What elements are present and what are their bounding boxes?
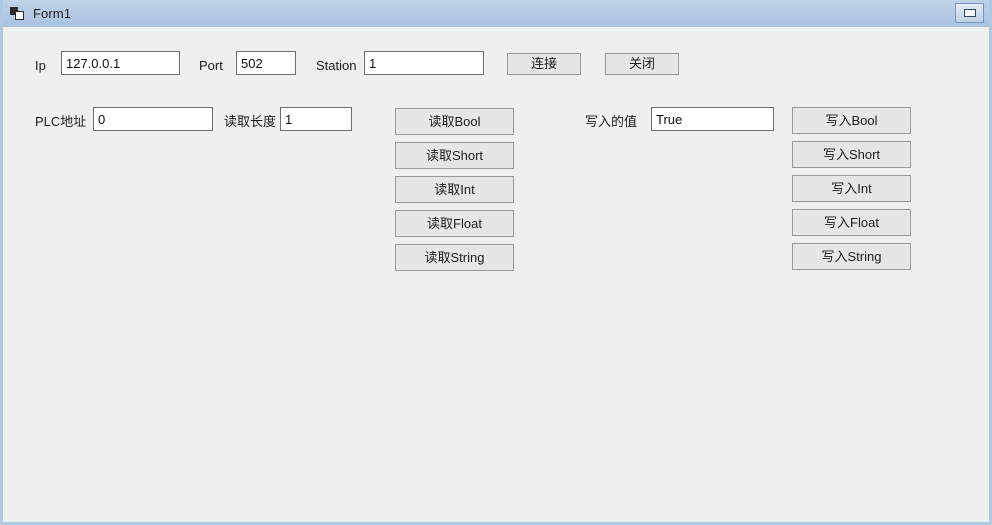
station-label: Station (316, 58, 357, 73)
title-bar: Form1 (3, 0, 989, 27)
window-controls (955, 3, 984, 23)
connect-button[interactable]: 连接 (507, 53, 581, 75)
write-float-button[interactable]: 写入Float (792, 209, 911, 236)
close-button[interactable]: 关闭 (605, 53, 679, 75)
application-window: Form1 Ip Port Station 连接 关闭 PLC地址 读取长度 写… (0, 0, 992, 525)
write-value-label: 写入的值 (585, 114, 638, 129)
read-short-button[interactable]: 读取Short (395, 142, 514, 169)
write-value-input[interactable] (651, 107, 774, 131)
write-bool-button[interactable]: 写入Bool (792, 107, 911, 134)
read-length-label: 读取长度 (224, 114, 277, 129)
read-float-button[interactable]: 读取Float (395, 210, 514, 237)
read-int-button[interactable]: 读取Int (395, 176, 514, 203)
port-label: Port (199, 58, 223, 73)
write-int-button[interactable]: 写入Int (792, 175, 911, 202)
form-client-area: Ip Port Station 连接 关闭 PLC地址 读取长度 写入的值 读取… (3, 27, 989, 522)
read-bool-button[interactable]: 读取Bool (395, 108, 514, 135)
ip-label: Ip (35, 58, 46, 73)
station-input[interactable] (364, 51, 484, 75)
winforms-icon (10, 6, 26, 22)
read-string-button[interactable]: 读取String (395, 244, 514, 271)
write-short-button[interactable]: 写入Short (792, 141, 911, 168)
port-input[interactable] (236, 51, 296, 75)
plc-address-input[interactable] (93, 107, 213, 131)
restore-button[interactable] (955, 3, 984, 23)
plc-address-label: PLC地址 (35, 114, 87, 129)
read-length-input[interactable] (280, 107, 352, 131)
write-string-button[interactable]: 写入String (792, 243, 911, 270)
window-title: Form1 (33, 6, 72, 21)
ip-input[interactable] (61, 51, 180, 75)
restore-icon (963, 9, 976, 17)
